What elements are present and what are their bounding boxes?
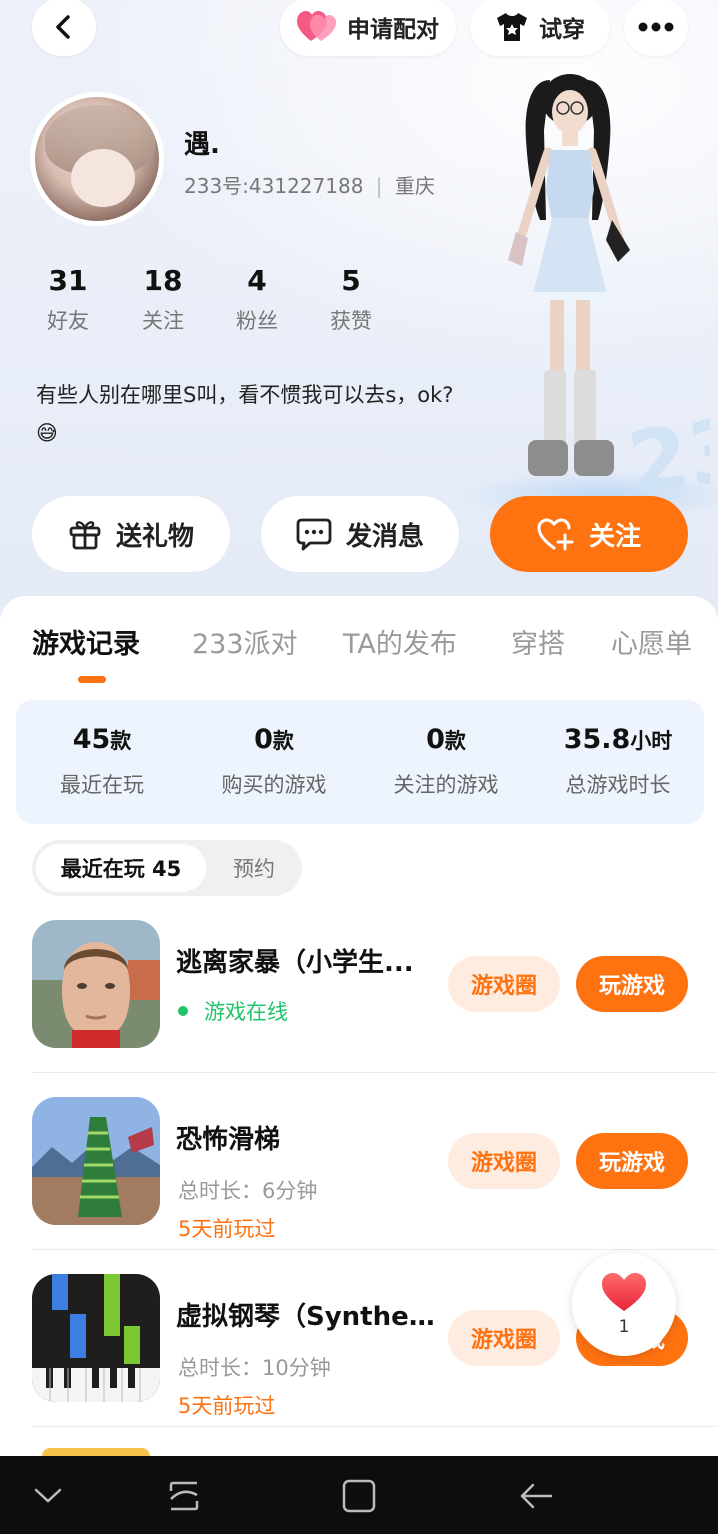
heart-icon <box>602 1273 646 1311</box>
summary-playtime-value: 35.8 <box>563 724 631 755</box>
stat-friends-num: 31 <box>48 264 88 297</box>
play-game-button[interactable]: 玩游戏 <box>576 956 688 1012</box>
stat-friends-label: 好友 <box>47 309 89 333</box>
stat-fans[interactable]: 4 粉丝 <box>217 264 297 335</box>
summary-followed-value: 0 <box>426 724 445 755</box>
stat-friends[interactable]: 31 好友 <box>28 264 108 335</box>
nav-back-button[interactable] <box>514 1474 558 1518</box>
home-square-icon <box>342 1479 376 1513</box>
stat-following[interactable]: 18 关注 <box>123 264 203 335</box>
floating-like-button[interactable]: 1 <box>572 1252 676 1356</box>
summary-purchased[interactable]: 0款 购买的游戏 <box>194 724 354 799</box>
follow-label: 关注 <box>588 521 641 552</box>
system-navigation-bar <box>0 1456 718 1534</box>
stat-likes-num: 5 <box>341 264 361 297</box>
try-on-label: 试穿 <box>539 17 585 43</box>
summary-recent-unit: 款 <box>110 729 132 753</box>
stat-following-label: 关注 <box>142 309 184 333</box>
nav-home-button[interactable] <box>337 1474 381 1518</box>
chat-bubble-icon <box>296 518 332 551</box>
heart-pair-icon <box>297 11 337 41</box>
more-dots-icon <box>638 22 674 32</box>
send-gift-label: 送礼物 <box>115 521 194 552</box>
send-message-label: 发消息 <box>345 521 424 552</box>
summary-playtime: 35.8小时 总游戏时长 <box>538 724 698 799</box>
profile-uid: 233号:431227188 <box>184 174 364 198</box>
gift-icon <box>69 521 101 550</box>
row-divider <box>32 1072 718 1073</box>
summary-playtime-label: 总游戏时长 <box>565 773 671 797</box>
nav-collapse-button[interactable] <box>26 1474 70 1518</box>
tab-wishlist[interactable]: 心愿单 <box>611 622 692 661</box>
summary-purchased-unit: 款 <box>272 729 294 753</box>
svg-text:233: 233 <box>622 391 710 490</box>
game-duration: 总时长：6分钟 <box>178 1179 318 1203</box>
chevron-left-icon <box>56 15 70 39</box>
game-circle-button[interactable]: 游戏圈 <box>448 1133 560 1189</box>
game-icon-virtual-piano <box>32 1274 160 1402</box>
game-online-label: 游戏在线 <box>204 1000 288 1024</box>
game-circle-button[interactable]: 游戏圈 <box>448 1310 560 1366</box>
game-icon-escape-abuse <box>32 920 160 1048</box>
heart-plus-icon <box>537 518 574 551</box>
stat-following-num: 18 <box>143 264 183 297</box>
game-online-status: 游戏在线 <box>178 996 288 1026</box>
row-divider <box>32 1249 718 1250</box>
tshirt-icon <box>497 13 527 41</box>
character-avatar-figure[interactable]: 233 <box>480 70 710 490</box>
arrow-left-icon <box>520 1483 553 1509</box>
send-message-button[interactable]: 发消息 <box>261 496 459 572</box>
send-gift-button[interactable]: 送礼物 <box>32 496 230 572</box>
game-title: 恐怖滑梯 <box>176 1125 281 1155</box>
summary-followed-unit: 款 <box>444 729 466 753</box>
game-icon-horror-slide <box>32 1097 160 1225</box>
profile-uid-line: 233号:431227188 | 重庆 <box>184 174 435 198</box>
stat-likes[interactable]: 5 获赞 <box>311 264 391 335</box>
more-button[interactable] <box>624 0 688 56</box>
nav-recents-button[interactable] <box>162 1474 206 1518</box>
try-on-button[interactable]: 试穿 <box>470 0 610 56</box>
tab-game-records[interactable]: 游戏记录 <box>32 622 140 661</box>
summary-playtime-unit: 小时 <box>630 729 673 753</box>
recents-icon <box>169 1481 199 1511</box>
summary-purchased-value: 0 <box>254 724 273 755</box>
stat-fans-num: 4 <box>247 264 267 297</box>
game-last-played: 5天前玩过 <box>178 1394 276 1418</box>
game-last-played: 5天前玩过 <box>178 1217 276 1241</box>
avatar[interactable] <box>30 92 164 226</box>
game-duration: 总时长：10分钟 <box>178 1356 331 1380</box>
summary-followed[interactable]: 0款 关注的游戏 <box>366 724 526 799</box>
follow-button[interactable]: 关注 <box>490 496 688 572</box>
game-circle-button[interactable]: 游戏圈 <box>448 956 560 1012</box>
tab-ta-posts[interactable]: TA的发布 <box>343 622 457 661</box>
stat-fans-label: 粉丝 <box>236 309 278 333</box>
game-title: 虚拟钢琴（Synthesi... <box>176 1302 446 1332</box>
tab-indicator <box>78 676 106 683</box>
online-dot-icon <box>178 1006 188 1016</box>
pair-request-button[interactable]: 申请配对 <box>280 0 456 56</box>
segment-recent-playing[interactable]: 最近在玩 45 <box>36 844 206 892</box>
summary-followed-label: 关注的游戏 <box>393 773 499 797</box>
game-title: 逃离家暴（小学生... <box>176 948 414 978</box>
like-count: 1 <box>618 1317 630 1337</box>
summary-recent-label: 最近在玩 <box>60 773 144 797</box>
profile-location: 重庆 <box>394 174 435 198</box>
play-game-button[interactable]: 玩游戏 <box>576 1133 688 1189</box>
chevron-down-icon <box>34 1488 62 1503</box>
back-button[interactable] <box>32 0 96 56</box>
profile-bio: 有些人别在哪里S叫，看不惯我可以去s，ok? 😅 <box>36 383 454 445</box>
pair-request-label: 申请配对 <box>347 17 439 43</box>
row-divider <box>32 1426 718 1427</box>
summary-recent[interactable]: 45款 最近在玩 <box>22 724 182 799</box>
summary-recent-value: 45 <box>72 724 111 755</box>
segment-reserved[interactable]: 预约 <box>210 844 298 892</box>
tab-outfits[interactable]: 穿搭 <box>511 622 565 661</box>
tab-233-party[interactable]: 233派对 <box>192 622 298 661</box>
stat-likes-label: 获赞 <box>330 309 372 333</box>
summary-purchased-label: 购买的游戏 <box>221 773 327 797</box>
profile-name: 遇. <box>184 130 220 160</box>
